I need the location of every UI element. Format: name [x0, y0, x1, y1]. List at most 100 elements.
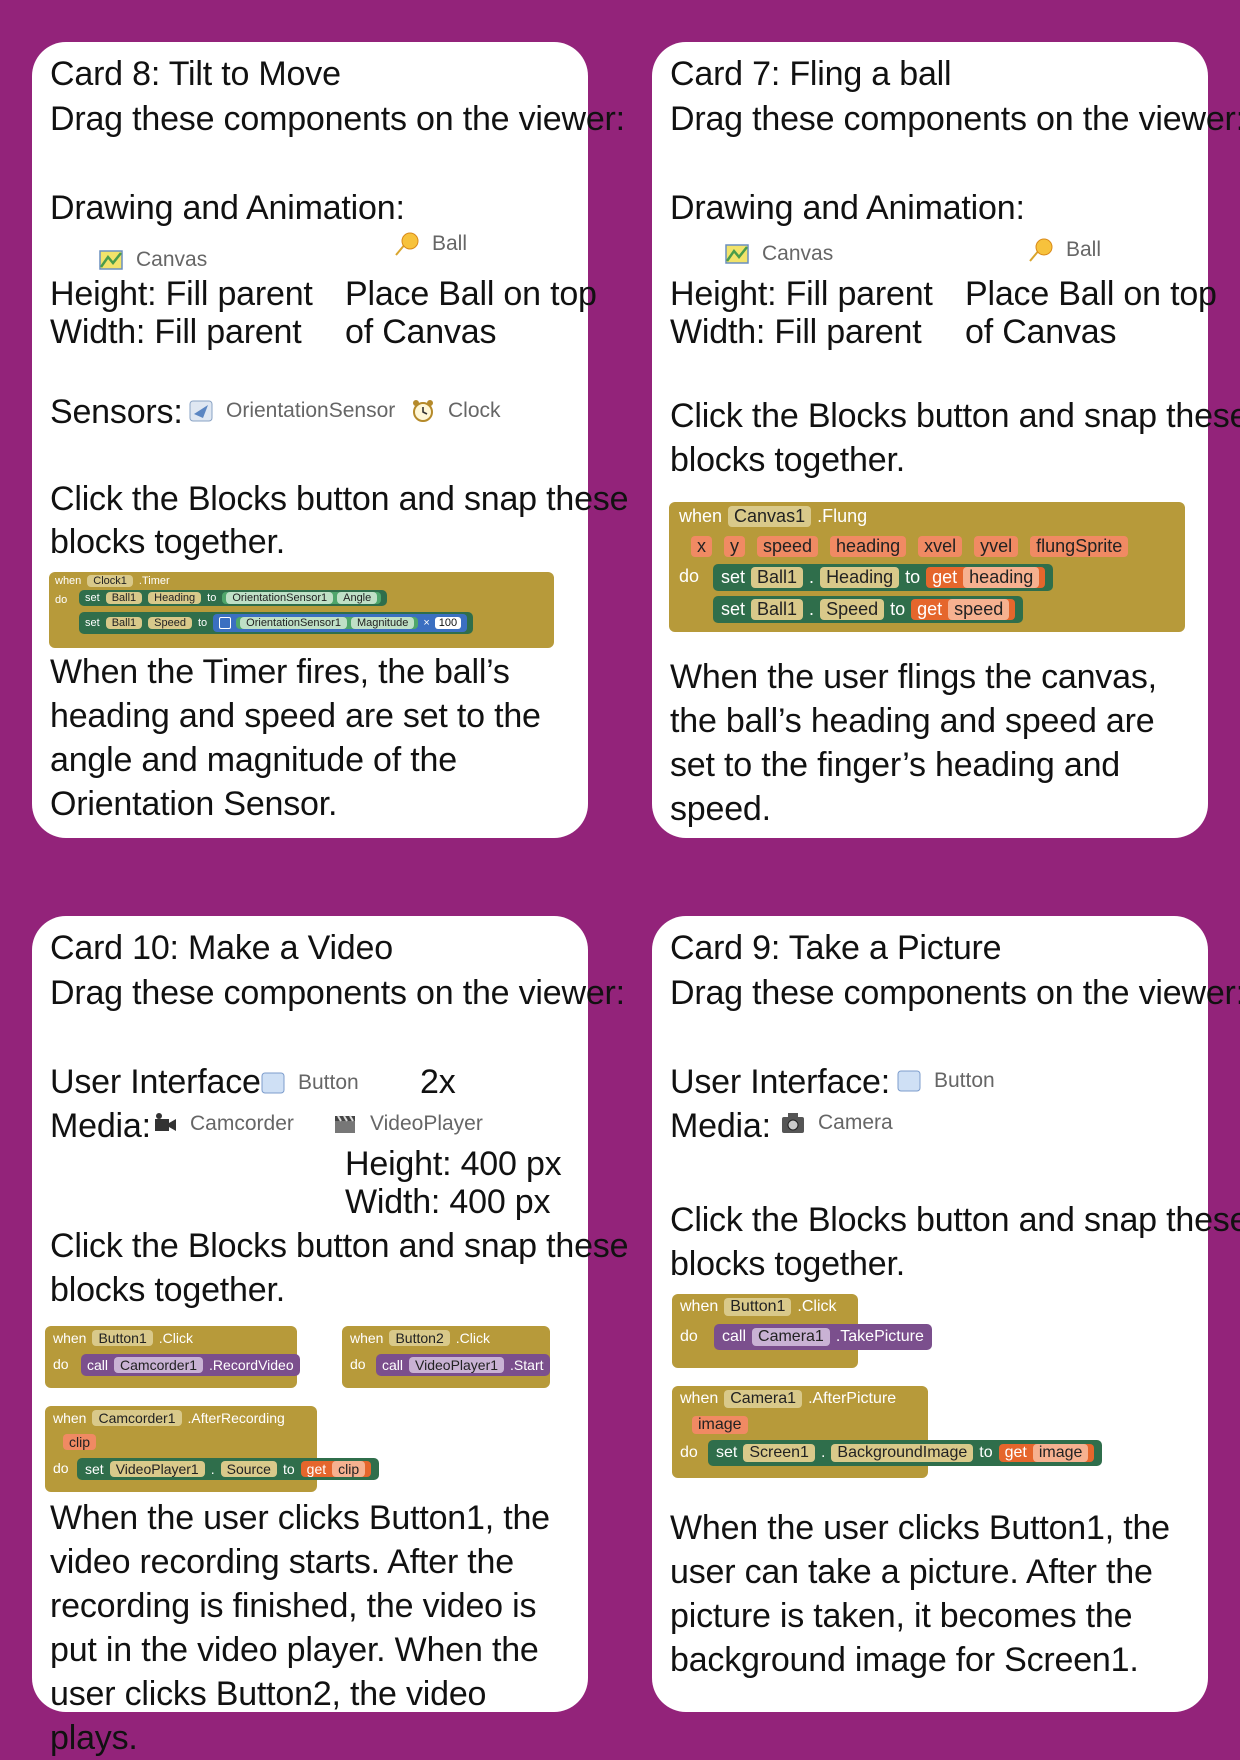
variable-dropdown[interactable]: speed	[948, 599, 1010, 620]
component-dropdown[interactable]: Button2	[389, 1330, 450, 1346]
source-property-dropdown[interactable]: Source	[220, 1461, 277, 1477]
param-clip[interactable]: clip	[63, 1434, 97, 1450]
orientation-sensor-dropdown[interactable]: OrientationSensor1	[240, 617, 347, 629]
canvas-width-setting: Width: Fill parent	[50, 313, 302, 351]
button-count: 2x	[420, 1063, 456, 1101]
set-ball-speed-block[interactable]: set Ball1 . Speed to get speed	[713, 596, 1024, 623]
set-ball-speed-block[interactable]: set Ball1 Speed to OrientationSensor1 Ma…	[79, 612, 474, 634]
param-yvel[interactable]: yvel	[974, 536, 1019, 557]
get-heading-block[interactable]: get heading	[926, 567, 1046, 588]
backgroundimage-property-dropdown[interactable]: BackgroundImage	[831, 1444, 974, 1462]
card-title: Card 10: Make a Video	[50, 929, 393, 967]
speed-property-dropdown[interactable]: Speed	[148, 617, 192, 629]
camcorder-dropdown[interactable]: Camcorder1	[114, 1357, 204, 1373]
angle-property-dropdown[interactable]: Angle	[337, 592, 378, 604]
param-speed[interactable]: speed	[757, 536, 819, 557]
canvas-label: Canvas	[136, 248, 208, 271]
param-flungsprite[interactable]: flungSprite	[1030, 536, 1129, 557]
event-block-button1-click[interactable]: when Button1 .Click do call Camcorder1 .…	[45, 1326, 300, 1388]
component-canvas: Canvas	[724, 241, 833, 267]
set-screen1-backgroundimage-block[interactable]: set Screen1 . BackgroundImage to get ima…	[708, 1440, 1103, 1466]
set-keyword: set	[85, 592, 100, 604]
set-ball-heading-block[interactable]: set Ball1 . Heading to get heading	[713, 564, 1054, 591]
ball-icon	[394, 231, 420, 257]
number-block[interactable]: 100	[434, 617, 462, 629]
event-parameters: x y speed heading xvel yvel flungSprite	[691, 536, 1129, 557]
set-videoplayer-source-block[interactable]: set VideoPlayer1 . Source to get clip	[77, 1458, 380, 1480]
ball-dropdown[interactable]: Ball1	[105, 592, 143, 604]
param-heading[interactable]: heading	[830, 536, 907, 557]
set-ball-heading-block[interactable]: set Ball1 Heading to OrientationSensor1 …	[79, 590, 388, 606]
get-clip-block[interactable]: get clip	[300, 1461, 372, 1477]
card-title: Card 7: Fling a ball	[670, 55, 952, 93]
variable-dropdown[interactable]: clip	[332, 1461, 366, 1477]
component-dropdown[interactable]: Camcorder1	[92, 1410, 182, 1426]
camcorder-icon	[152, 1111, 178, 1137]
blocks-instruction-line1: Click the Blocks button and snap these	[670, 397, 1240, 435]
screen-dropdown[interactable]: Screen1	[743, 1444, 815, 1462]
camcorder-label: Camcorder	[190, 1112, 294, 1135]
ball-dropdown[interactable]: Ball1	[105, 617, 143, 629]
method-name: .TakePicture	[835, 1328, 924, 1345]
do-keyword: do	[53, 1460, 69, 1476]
get-image-block[interactable]: get image	[998, 1444, 1095, 1462]
event-block-clock-timer[interactable]: when Clock1 .Timer do set Ball1 Heading …	[49, 572, 554, 648]
event-name: .AfterRecording	[187, 1410, 285, 1426]
camera-dropdown[interactable]: Camera1	[752, 1328, 830, 1346]
videoplayer-width: Width: 400 px	[345, 1183, 551, 1221]
blocks-instruction-line2: blocks together.	[670, 1245, 905, 1283]
param-xvel[interactable]: xvel	[918, 536, 963, 557]
set-keyword: set	[716, 1444, 738, 1461]
heading-property-dropdown[interactable]: Heading	[820, 567, 900, 588]
blocks-instruction-line1: Click the Blocks button and snap these	[670, 1201, 1240, 1239]
ball-label: Ball	[432, 232, 468, 255]
card-make-a-video: Card 10: Make a Video Drag these compone…	[32, 916, 629, 1757]
videoplayer-dropdown[interactable]: VideoPlayer1	[109, 1461, 205, 1477]
param-x[interactable]: x	[691, 536, 712, 557]
magnitude-property-dropdown[interactable]: Magnitude	[350, 617, 415, 629]
heading-property-dropdown[interactable]: Heading	[148, 592, 202, 604]
ball-dropdown[interactable]: Ball1	[751, 599, 804, 620]
button-icon	[260, 1070, 286, 1096]
component-canvas: Canvas	[98, 247, 207, 273]
component-videoplayer: VideoPlayer	[332, 1111, 483, 1137]
component-dropdown[interactable]: Clock1	[87, 575, 133, 587]
component-dropdown[interactable]: Button1	[92, 1330, 153, 1346]
component-camera: Camera	[780, 1110, 893, 1136]
component-dropdown[interactable]: Button1	[724, 1298, 792, 1316]
event-block-button2-click[interactable]: when Button2 .Click do call VideoPlayer1…	[342, 1326, 550, 1388]
component-dropdown[interactable]: Camera1	[724, 1390, 803, 1408]
event-name: .AfterPicture	[808, 1390, 897, 1407]
to-keyword: to	[890, 599, 906, 619]
videoplayer-dropdown[interactable]: VideoPlayer1	[409, 1357, 505, 1373]
method-name: .Start	[510, 1357, 544, 1373]
call-keyword: call	[382, 1357, 404, 1373]
ball-dropdown[interactable]: Ball1	[751, 567, 804, 588]
call-camera-takepicture-block[interactable]: call Camera1 .TakePicture	[714, 1324, 932, 1350]
call-camcorder-recordvideo-block[interactable]: call Camcorder1 .RecordVideo	[81, 1354, 300, 1376]
orientation-angle-getter[interactable]: OrientationSensor1 Angle	[222, 592, 382, 604]
gear-icon[interactable]	[219, 617, 232, 629]
event-block-canvas-flung[interactable]: when Canvas1 .Flung x y speed heading xv…	[669, 502, 1185, 632]
get-speed-block[interactable]: get speed	[911, 599, 1016, 620]
do-keyword: do	[53, 1356, 69, 1372]
component-camcorder: Camcorder	[152, 1111, 294, 1137]
component-clock: Clock	[410, 398, 501, 424]
section-drawing-animation: Drawing and Animation:	[50, 189, 405, 227]
param-image[interactable]: image	[692, 1416, 748, 1434]
orientation-sensor-dropdown[interactable]: OrientationSensor1	[226, 592, 334, 604]
variable-dropdown[interactable]: image	[1032, 1444, 1089, 1462]
speed-property-dropdown[interactable]: Speed	[820, 599, 885, 620]
canvas-icon	[724, 241, 750, 267]
param-y[interactable]: y	[724, 536, 745, 557]
user-interface-label: User Interface:	[50, 1063, 270, 1101]
variable-dropdown[interactable]: heading	[963, 567, 1040, 588]
to-keyword: to	[905, 567, 921, 587]
component-dropdown[interactable]: Canvas1	[728, 506, 812, 527]
card-fling-a-ball: Card 7: Fling a ball Drag these componen…	[652, 42, 1240, 838]
multiply-block[interactable]: OrientationSensor1 Magnitude × 100	[213, 614, 468, 632]
card-intro: Drag these components on the viewer:	[670, 974, 1240, 1012]
call-videoplayer-start-block[interactable]: call VideoPlayer1 .Start	[376, 1354, 550, 1376]
camera-label: Camera	[818, 1111, 893, 1134]
orientation-magnitude-getter[interactable]: OrientationSensor1 Magnitude	[236, 617, 419, 629]
